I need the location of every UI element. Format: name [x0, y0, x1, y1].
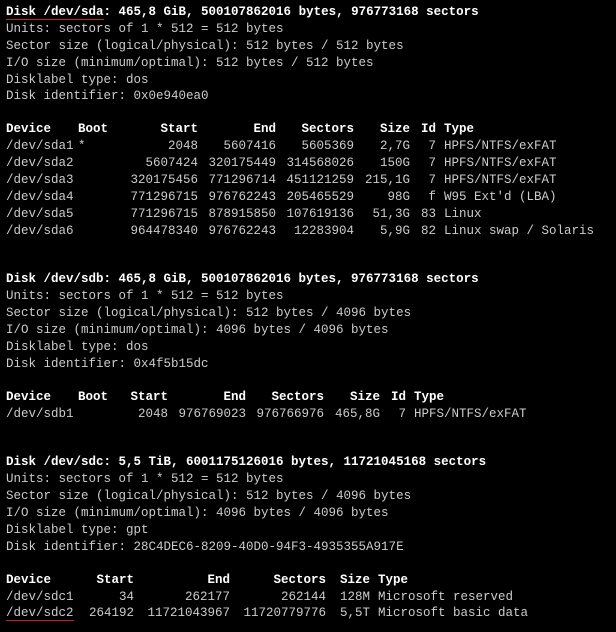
disk-c-label: Disklabel type: gpt — [6, 522, 610, 539]
disk-a-partition-list: /dev/sda1*2048560741656053692,7G7HPFS/NT… — [6, 138, 610, 239]
disk-b-io: I/O size (minimum/optimal): 4096 bytes /… — [6, 322, 610, 339]
disk-c-partition-list: /dev/sdc134262177262144128MMicrosoft res… — [6, 589, 610, 623]
disk-b-label: Disklabel type: dos — [6, 339, 610, 356]
table-row: /dev/sdc226419211721043967117207797765,5… — [6, 605, 610, 622]
table-row: /dev/sda6964478340976762243122839045,9G8… — [6, 223, 610, 240]
disk-a-table-header: DeviceBootStartEndSectorsSizeIdType — [6, 121, 610, 138]
table-row: /dev/sdb12048976769023976766976465,8G7HP… — [6, 406, 610, 423]
disk-a-sector: Sector size (logical/physical): 512 byte… — [6, 38, 610, 55]
table-row: /dev/sdc134262177262144128MMicrosoft res… — [6, 589, 610, 606]
disk-c-ident: Disk identifier: 28C4DEC6-8209-40D0-94F3… — [6, 539, 610, 556]
disk-b-sector: Sector size (logical/physical): 512 byte… — [6, 305, 610, 322]
disk-a-header: Disk /dev/sda: 465,8 GiB, 500107862016 b… — [6, 4, 610, 21]
disk-b-units: Units: sectors of 1 * 512 = 512 bytes — [6, 288, 610, 305]
table-row: /dev/sda25607424320175449314568026150G7H… — [6, 155, 610, 172]
disk-c-io: I/O size (minimum/optimal): 4096 bytes /… — [6, 505, 610, 522]
disk-a-units: Units: sectors of 1 * 512 = 512 bytes — [6, 21, 610, 38]
disk-a-header-text: Disk /dev/sda: 465,8 GiB, 500107862016 b… — [6, 5, 479, 20]
disk-a-label: Disklabel type: dos — [6, 72, 610, 89]
disk-b-partition-list: /dev/sdb12048976769023976766976465,8G7HP… — [6, 406, 610, 423]
disk-c-header: Disk /dev/sdc: 5,5 TiB, 6001175126016 by… — [6, 454, 610, 471]
table-row: /dev/sda577129671587891585010761913651,3… — [6, 206, 610, 223]
disk-b-table-header: DeviceBootStartEndSectorsSizeIdType — [6, 389, 610, 406]
disk-c-sector: Sector size (logical/physical): 512 byte… — [6, 488, 610, 505]
disk-b-header: Disk /dev/sdb: 465,8 GiB, 500107862016 b… — [6, 271, 610, 288]
disk-b-ident: Disk identifier: 0x4f5b15dc — [6, 356, 610, 373]
disk-c-table-header: DeviceStartEndSectorsSizeType — [6, 572, 610, 589]
table-row: /dev/sda477129671597676224320546552998Gf… — [6, 189, 610, 206]
disk-a-io: I/O size (minimum/optimal): 512 bytes / … — [6, 55, 610, 72]
table-row: /dev/sda1*2048560741656053692,7G7HPFS/NT… — [6, 138, 610, 155]
disk-a-ident: Disk identifier: 0x0e940ea0 — [6, 88, 610, 105]
disk-c-units: Units: sectors of 1 * 512 = 512 bytes — [6, 471, 610, 488]
table-row: /dev/sda3320175456771296714451121259215,… — [6, 172, 610, 189]
